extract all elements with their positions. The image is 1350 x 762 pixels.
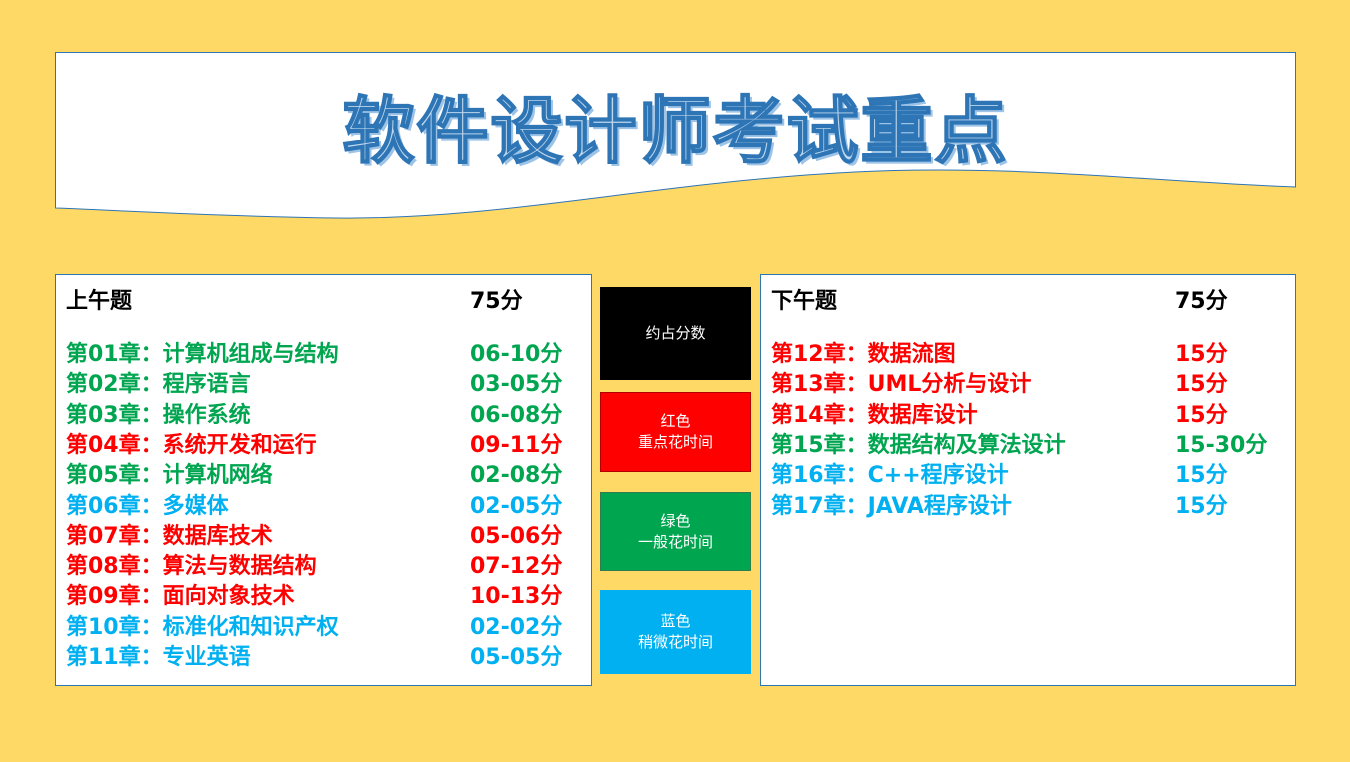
chapter-name: 第14章：数据库设计 <box>771 402 978 428</box>
legend-text: 红色 <box>660 412 691 430</box>
legend-text: 蓝色 <box>660 612 691 630</box>
chapter-score: 15分 <box>1175 372 1228 398</box>
legend-text: 约占分数 <box>645 324 706 342</box>
chapter-name: 第10章：标准化和知识产权 <box>66 614 339 640</box>
chapter-name: 第07章：数据库技术 <box>66 523 273 549</box>
chapter-name: 第12章：数据流图 <box>771 342 956 367</box>
afternoon-panel: 下午题 75分 第12章：数据流图 15分 第13章：UML分析与设计 15分 第14章… <box>760 274 1296 686</box>
chapter-score: 05-06分 <box>470 523 563 549</box>
chapter-name: 第02章：程序语言 <box>66 372 251 398</box>
chapter-score: 09-11分 <box>470 432 563 458</box>
chapter-score: 06-08分 <box>470 402 563 428</box>
chapter-score: 15-30分 <box>1175 432 1268 458</box>
afternoon-header: 下午题 <box>771 289 838 314</box>
chapter-name: 第01章：计算机组成与结构 <box>66 342 339 367</box>
morning-panel: 上午题 75分 第01章：计算机组成与结构 06-10分第02章：程序语言 03-0… <box>55 274 592 686</box>
chapter-score: 10-13分 <box>470 584 563 610</box>
chapter-score: 02-05分 <box>470 493 563 519</box>
legend-text: 重点花时间 <box>637 433 713 451</box>
legend-text: 一般花时间 <box>637 532 713 551</box>
afternoon-total: 75分 <box>1175 289 1228 314</box>
chapter-name: 第06章：多媒体 <box>66 493 229 519</box>
chapter-name: 第15章：数据结构及算法设计 <box>771 432 1066 458</box>
chapter-name: 第05章：计算机网络 <box>66 463 273 489</box>
chapter-score: 06-10分 <box>470 342 563 367</box>
chapter-name: 第03章：操作系统 <box>66 402 251 428</box>
chapter-name: 第09章：面向对象技术 <box>66 584 295 610</box>
legend-blue-box: 蓝色 稍微花时间 <box>600 590 751 674</box>
chapter-score: 15分 <box>1175 342 1228 367</box>
title-banner: 软件设计师考试重点 <box>55 52 1296 222</box>
chapter-score: 02-08分 <box>470 463 563 489</box>
chapter-score: 05-05分 <box>470 645 563 670</box>
chapter-score: 02-02分 <box>470 614 563 640</box>
chapter-score: 03-05分 <box>470 372 563 398</box>
morning-header: 上午题 <box>66 289 133 314</box>
legend-red-box: 红色 重点花时间 <box>600 392 751 472</box>
morning-total: 75分 <box>470 289 523 314</box>
chapter-name: 第16章：C++程序设计 <box>771 463 1009 489</box>
legend-text: 绿色 <box>660 511 691 530</box>
page-title: 软件设计师考试重点 <box>341 88 1009 174</box>
chapter-score: 07-12分 <box>470 554 563 580</box>
chapter-name: 第17章：JAVA程序设计 <box>771 493 1012 519</box>
chapter-score: 15分 <box>1175 402 1228 428</box>
legend-text: 稍微花时间 <box>637 633 713 651</box>
legend-score-box: 约占分数 <box>600 287 751 380</box>
chapter-score: 15分 <box>1175 493 1228 519</box>
chapter-name: 第13章：UML分析与设计 <box>771 372 1032 398</box>
chapter-name: 第11章：专业英语 <box>66 645 251 670</box>
chapter-name: 第04章：系统开发和运行 <box>66 432 317 458</box>
chapter-score: 15分 <box>1175 463 1228 489</box>
chapter-name: 第08章：算法与数据结构 <box>66 554 317 580</box>
legend-green-box: 绿色 一般花时间 <box>600 492 751 571</box>
